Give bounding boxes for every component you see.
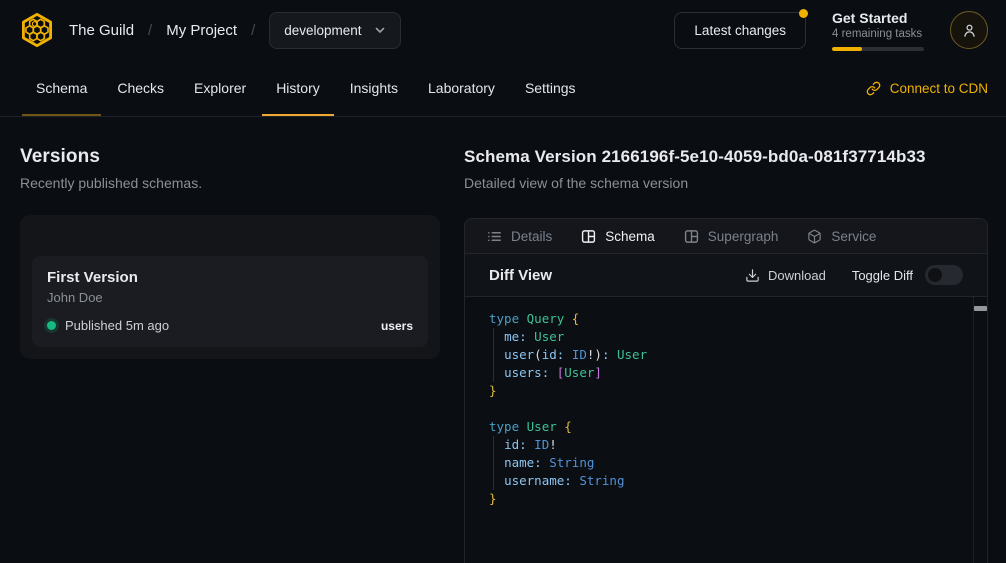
link-icon	[866, 81, 881, 96]
breadcrumb: The Guild / My Project /	[69, 22, 255, 39]
list-icon	[487, 229, 502, 244]
nav-tab-checks[interactable]: Checks	[103, 60, 178, 116]
main-nav: Schema Checks Explorer History Insights Labor…	[0, 60, 1006, 117]
versions-panel: Versions Recently published schemas. Fir…	[0, 117, 455, 563]
code-line: type User {	[489, 418, 967, 436]
nav-tab-label: Schema	[36, 80, 87, 96]
version-status: Published 5m ago	[65, 318, 169, 333]
switch-knob	[928, 268, 942, 282]
code-line	[489, 400, 967, 418]
cube-icon	[807, 229, 822, 244]
detail-tab-label: Details	[511, 229, 552, 244]
latest-changes-button[interactable]: Latest changes	[674, 12, 806, 49]
scrollbar-thumb[interactable]	[974, 306, 987, 311]
code-line: }	[489, 382, 967, 400]
chevron-down-icon	[374, 24, 386, 36]
versions-title: Versions	[20, 146, 440, 168]
get-started-title: Get Started	[832, 10, 924, 27]
download-button[interactable]: Download	[745, 268, 826, 283]
version-list-item[interactable]: First Version John Doe Published 5m ago …	[32, 256, 428, 347]
active-tab-underline	[22, 114, 101, 117]
get-started-progressbar	[832, 47, 924, 51]
detail-tab-details[interactable]: Details	[487, 229, 552, 244]
schema-code-viewer[interactable]: type Query { me: User user(id: ID!): Use…	[465, 297, 987, 563]
user-avatar-button[interactable]	[950, 11, 988, 49]
service-badge: users	[381, 319, 413, 333]
breadcrumb-separator: /	[148, 22, 152, 39]
active-tab-underline	[262, 114, 334, 117]
latest-changes-label: Latest changes	[694, 23, 786, 38]
app-header: The Guild / My Project / development Lat…	[0, 0, 1006, 60]
nav-tab-insights[interactable]: Insights	[336, 60, 412, 116]
nav-tab-label: Settings	[525, 80, 576, 96]
guild-hexagon-logo[interactable]	[18, 11, 56, 49]
version-name: First Version	[47, 268, 413, 287]
get-started-widget[interactable]: Get Started 4 remaining tasks	[832, 10, 924, 51]
environment-select[interactable]: development	[269, 12, 400, 49]
nav-tab-explorer[interactable]: Explorer	[180, 60, 260, 116]
breadcrumb-separator: /	[251, 22, 255, 39]
code-line: }	[489, 490, 967, 508]
toggle-diff-label: Toggle Diff	[852, 268, 913, 283]
detail-tab-label: Schema	[605, 229, 655, 244]
nav-tab-label: Checks	[117, 80, 164, 96]
get-started-subtitle: 4 remaining tasks	[832, 27, 924, 42]
columns-icon	[684, 229, 699, 244]
detail-tab-service[interactable]: Service	[807, 229, 876, 244]
nav-tab-laboratory[interactable]: Laboratory	[414, 60, 509, 116]
download-label: Download	[768, 268, 826, 283]
code-line: username: String	[489, 472, 967, 490]
versions-list: First Version John Doe Published 5m ago …	[20, 215, 440, 359]
breadcrumb-project[interactable]: My Project	[166, 22, 237, 39]
detail-title: Schema Version 2166196f-5e10-4059-bd0a-0…	[464, 146, 988, 168]
code-line: name: String	[489, 454, 967, 472]
main-nav-tabs: Schema Checks Explorer History Insights Labor…	[22, 60, 590, 116]
nav-tab-label: Insights	[350, 80, 398, 96]
detail-subtitle: Detailed view of the schema version	[464, 174, 988, 192]
columns-icon	[581, 229, 596, 244]
code-block: type Query { me: User user(id: ID!): Use…	[465, 297, 987, 508]
notification-dot	[799, 9, 808, 18]
code-line: id: ID!	[489, 436, 967, 454]
nav-tab-settings[interactable]: Settings	[511, 60, 590, 116]
nav-tab-label: Explorer	[194, 80, 246, 96]
connect-to-cdn-label: Connect to CDN	[890, 81, 988, 96]
user-icon	[961, 22, 978, 39]
code-line: me: User	[489, 328, 967, 346]
version-author: John Doe	[47, 289, 413, 306]
nav-tab-label: History	[276, 80, 320, 96]
detail-tabs: Details Schema Supergraph Service	[465, 219, 987, 254]
version-detail-panel: Schema Version 2166196f-5e10-4059-bd0a-0…	[455, 117, 1006, 563]
published-status-dot	[47, 321, 56, 330]
toggle-diff-switch[interactable]	[925, 265, 963, 285]
environment-select-value: development	[284, 23, 361, 38]
detail-tab-schema[interactable]: Schema	[581, 229, 655, 244]
download-icon	[745, 268, 760, 283]
diff-toolbar: Diff View Download Toggle Diff	[465, 254, 987, 297]
nav-tab-history[interactable]: History	[262, 60, 334, 116]
nav-tab-label: Laboratory	[428, 80, 495, 96]
detail-tab-label: Supergraph	[708, 229, 779, 244]
nav-tab-schema[interactable]: Schema	[22, 60, 101, 116]
detail-tab-label: Service	[831, 229, 876, 244]
code-scrollbar[interactable]	[973, 297, 987, 563]
code-line: user(id: ID!): User	[489, 346, 967, 364]
code-line: type Query {	[489, 310, 967, 328]
diff-view-title: Diff View	[489, 267, 552, 284]
detail-tab-supergraph[interactable]: Supergraph	[684, 229, 779, 244]
progress-fill	[832, 47, 862, 51]
code-line: users: [User]	[489, 364, 967, 382]
breadcrumb-org[interactable]: The Guild	[69, 22, 134, 39]
connect-to-cdn-link[interactable]: Connect to CDN	[866, 60, 988, 116]
detail-card: Details Schema Supergraph Service Diff View…	[464, 218, 988, 563]
versions-subtitle: Recently published schemas.	[20, 174, 440, 192]
